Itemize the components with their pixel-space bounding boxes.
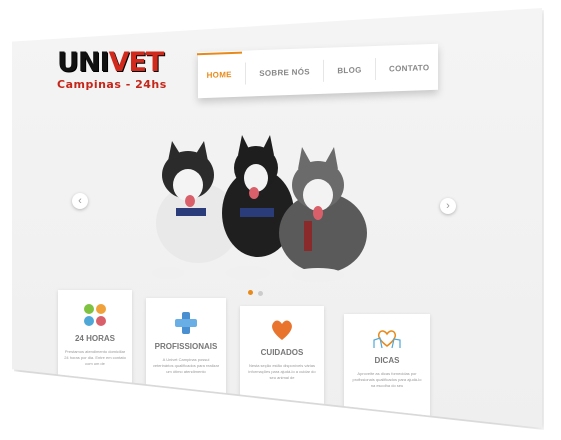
pets-outline-icon: [373, 330, 401, 349]
heart-hands-icon: [272, 320, 292, 340]
hero-slider: ‹ ›: [48, 113, 458, 308]
dog-right: [279, 147, 367, 282]
logo-text-uni: UNI: [57, 47, 110, 78]
card-text: A Univet Campinas possui veterinários qu…: [152, 357, 220, 374]
chevron-right-icon: ›: [446, 200, 450, 212]
slider-dot-1[interactable]: [248, 290, 253, 295]
card-title: PROFISSIONAIS: [154, 342, 218, 351]
dog-middle: [222, 135, 294, 280]
nav-divider: [374, 57, 376, 81]
slide-image-dogs: [152, 135, 367, 282]
medical-cross-icon: [175, 312, 197, 334]
logo-subtitle: Campinas - 24hs: [57, 78, 167, 91]
chevron-left-icon: ‹: [78, 195, 82, 207]
card-title: 24 HORAS: [74, 334, 115, 343]
card-text: Prestamos atendimento domiciliar 24 hora…: [64, 349, 126, 366]
nav-item-home[interactable]: HOME: [203, 63, 236, 85]
slider-prev-button[interactable]: ‹: [72, 193, 88, 209]
logo-text: UNIVET: [57, 47, 167, 78]
nav-item-sobre-nos[interactable]: SOBRE NÓS: [255, 61, 314, 84]
card-title: DICAS: [374, 356, 400, 365]
nav-divider: [323, 59, 325, 82]
pets-colors-icon: [84, 304, 106, 326]
nav-item-contato[interactable]: CONTATO: [385, 56, 433, 79]
website-mockup: UNIVET Campinas - 24hs HOME SOBRE NÓS BL…: [12, 8, 542, 428]
slider-dot-2[interactable]: [258, 291, 263, 296]
card-title: CUIDADOS: [260, 348, 304, 357]
main-nav: HOME SOBRE NÓS BLOG CONTATO: [198, 43, 438, 99]
card-text: Nesta seção estão disponíveis várias inf…: [248, 363, 316, 380]
card-text: Aproveite as dicas fornecidas por profis…: [352, 371, 422, 388]
slider-next-button[interactable]: ›: [440, 198, 456, 214]
nav-item-blog[interactable]: BLOG: [333, 59, 365, 81]
nav-divider: [245, 62, 246, 85]
logo-text-vet: VET: [108, 47, 165, 78]
feature-card-profissionais[interactable]: PROFISSIONAIS A Univet Campinas possui v…: [146, 298, 226, 408]
logo[interactable]: UNIVET Campinas - 24hs: [57, 47, 167, 91]
